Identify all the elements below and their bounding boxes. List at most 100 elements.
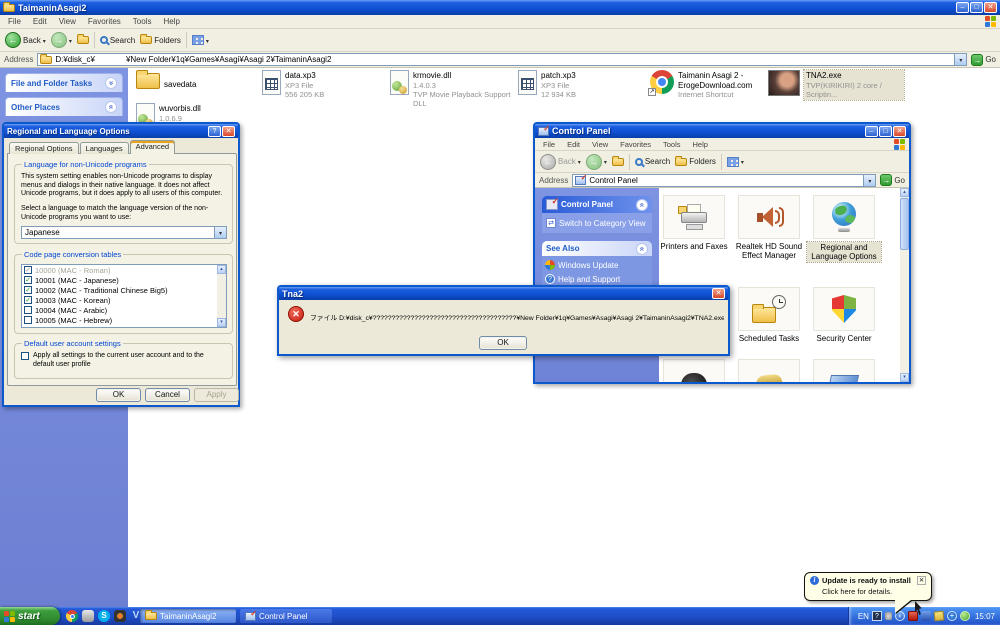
cp-menu-help[interactable]: Help bbox=[687, 138, 714, 151]
language-select[interactable]: Japanese bbox=[21, 226, 227, 239]
cp-up-button[interactable] bbox=[612, 158, 624, 166]
tab-languages[interactable]: Languages bbox=[80, 142, 129, 154]
apply-button[interactable]: Apply bbox=[194, 388, 239, 402]
tray-language-indicator[interactable]: EN bbox=[858, 612, 869, 621]
go-button[interactable]: Go bbox=[971, 54, 996, 66]
scheduled-tasks-label[interactable]: Scheduled Tasks bbox=[732, 334, 806, 343]
printers-faxes-label[interactable]: Printers and Faxes bbox=[657, 242, 731, 251]
realtek-item[interactable] bbox=[738, 195, 800, 239]
cp-address-input[interactable]: Control Panel bbox=[572, 174, 876, 187]
apply-settings-checkbox[interactable] bbox=[21, 352, 29, 360]
tray-app-icon[interactable] bbox=[921, 611, 931, 621]
quick-launch-skype-icon[interactable] bbox=[98, 610, 110, 622]
file-patch-xp3[interactable]: patch.xp3 XP3 File 12 934 KB bbox=[518, 70, 646, 99]
update-notification-balloon[interactable]: Update is ready to install Click here fo… bbox=[804, 572, 932, 601]
checkbox-unchecked-icon[interactable] bbox=[24, 306, 32, 314]
cp-folders-button[interactable]: Folders bbox=[675, 157, 716, 166]
tray-app-icon[interactable] bbox=[947, 611, 957, 621]
close-button[interactable] bbox=[712, 288, 725, 299]
cp-search-button[interactable]: Search bbox=[635, 157, 670, 166]
taskbar-item-control-panel[interactable]: Control Panel bbox=[240, 609, 332, 623]
scrollbar[interactable] bbox=[900, 188, 909, 382]
menu-help[interactable]: Help bbox=[157, 15, 185, 28]
forward-dropdown-icon[interactable] bbox=[69, 36, 72, 45]
scroll-down-icon[interactable] bbox=[217, 318, 226, 327]
partial-icon-item[interactable] bbox=[663, 359, 725, 382]
cp-views-button[interactable] bbox=[727, 157, 744, 167]
realtek-label[interactable]: Realtek HD Sound Effect Manager bbox=[732, 242, 806, 260]
partial-icon-item[interactable] bbox=[738, 359, 800, 382]
regional-options-item[interactable] bbox=[813, 195, 875, 239]
close-button[interactable] bbox=[893, 126, 906, 137]
address-dropdown-icon[interactable] bbox=[954, 54, 966, 65]
codepage-listbox[interactable]: 10000 (MAC - Roman) 10001 (MAC - Japanes… bbox=[21, 264, 227, 328]
checkbox-checked-icon[interactable] bbox=[24, 266, 32, 274]
quick-launch-app-icon[interactable] bbox=[82, 610, 94, 622]
close-button[interactable] bbox=[984, 2, 997, 13]
codepage-row[interactable]: 10004 (MAC - Arabic) bbox=[22, 305, 226, 315]
switch-category-view-link[interactable]: Switch to Category View bbox=[546, 218, 648, 228]
error-ok-button[interactable]: OK bbox=[479, 336, 527, 350]
dropdown-icon[interactable] bbox=[214, 227, 226, 238]
cp-go-button[interactable]: Go bbox=[880, 174, 905, 186]
tab-advanced[interactable]: Advanced bbox=[130, 140, 175, 154]
control-panel-titlebar[interactable]: Control Panel bbox=[535, 124, 909, 138]
menu-view[interactable]: View bbox=[53, 15, 82, 28]
close-button[interactable] bbox=[222, 126, 235, 137]
quick-launch-chrome-icon[interactable] bbox=[66, 610, 78, 622]
tray-notes-icon[interactable] bbox=[933, 611, 944, 622]
menu-file[interactable]: File bbox=[2, 15, 27, 28]
checkbox-checked-icon[interactable] bbox=[24, 286, 32, 294]
up-button[interactable] bbox=[77, 36, 89, 44]
ok-button[interactable]: OK bbox=[96, 388, 141, 402]
scroll-down-icon[interactable] bbox=[900, 373, 909, 382]
back-button[interactable]: Back bbox=[5, 32, 46, 48]
chevron-up-icon[interactable] bbox=[105, 101, 117, 113]
cp-menu-favorites[interactable]: Favorites bbox=[614, 138, 657, 151]
forward-button[interactable] bbox=[51, 32, 72, 48]
checkbox-unchecked-icon[interactable] bbox=[24, 316, 32, 324]
chevron-up-icon[interactable] bbox=[636, 243, 648, 255]
scroll-up-icon[interactable] bbox=[900, 188, 909, 197]
start-button[interactable]: start bbox=[0, 607, 60, 625]
tab-regional-options[interactable]: Regional Options bbox=[9, 142, 79, 154]
cp-forward-button[interactable] bbox=[586, 154, 607, 170]
menu-edit[interactable]: Edit bbox=[27, 15, 53, 28]
listbox-scrollbar[interactable] bbox=[217, 265, 226, 327]
codepage-row[interactable]: 10005 (MAC - Hebrew) bbox=[22, 315, 226, 325]
windows-update-link[interactable]: Windows Update bbox=[545, 260, 649, 270]
other-places-panel[interactable]: Other Places bbox=[5, 97, 123, 116]
chevron-up-icon[interactable] bbox=[636, 199, 648, 211]
explorer-titlebar[interactable]: TaimaninAsagi2 bbox=[0, 0, 1000, 15]
menu-tools[interactable]: Tools bbox=[127, 15, 158, 28]
cp-menu-edit[interactable]: Edit bbox=[561, 138, 586, 151]
file-krmovie-dll[interactable]: krmovie.dll 1.4.0.3 TVP Movie Playback S… bbox=[390, 70, 518, 108]
tray-clock[interactable]: 15:07 bbox=[975, 612, 995, 621]
address-input[interactable]: D:¥disk_c¥ ¥New Folder¥1q¥Games¥Asagi¥As… bbox=[37, 53, 967, 66]
taskbar-item-taimanin[interactable]: TaimaninAsagi2 bbox=[140, 609, 236, 623]
back-dropdown-icon[interactable] bbox=[43, 36, 46, 45]
balloon-close-icon[interactable] bbox=[917, 576, 926, 585]
cp-menu-view[interactable]: View bbox=[586, 138, 614, 151]
views-button[interactable] bbox=[192, 35, 209, 45]
file-folder-tasks-panel[interactable]: File and Folder Tasks bbox=[5, 73, 123, 92]
security-center-label[interactable]: Security Center bbox=[807, 334, 881, 343]
quick-launch-app-icon[interactable] bbox=[114, 610, 126, 622]
checkbox-checked-icon[interactable] bbox=[24, 296, 32, 304]
balloon-body[interactable]: Click here for details. bbox=[822, 587, 926, 596]
folders-button[interactable]: Folders bbox=[140, 36, 181, 45]
checkbox-checked-icon[interactable] bbox=[24, 276, 32, 284]
tray-keyboard-icon[interactable] bbox=[872, 611, 882, 621]
printers-faxes-item[interactable] bbox=[663, 195, 725, 239]
file-data-xp3[interactable]: data.xp3 XP3 File 556 205 KB bbox=[262, 70, 390, 99]
tray-antivirus-icon[interactable] bbox=[960, 611, 970, 621]
scheduled-tasks-item[interactable] bbox=[738, 287, 800, 331]
cp-back-button[interactable]: Back bbox=[540, 154, 581, 170]
file-taimanin-shortcut[interactable]: Taimanin Asagi 2 - ErogeDownload.com Int… bbox=[650, 70, 778, 99]
address-dropdown-icon[interactable] bbox=[863, 175, 875, 186]
maximize-button[interactable] bbox=[879, 126, 892, 137]
minimize-button[interactable] bbox=[956, 2, 969, 13]
scroll-thumb[interactable] bbox=[900, 198, 909, 250]
menu-favorites[interactable]: Favorites bbox=[82, 15, 127, 28]
security-center-item[interactable] bbox=[813, 287, 875, 331]
